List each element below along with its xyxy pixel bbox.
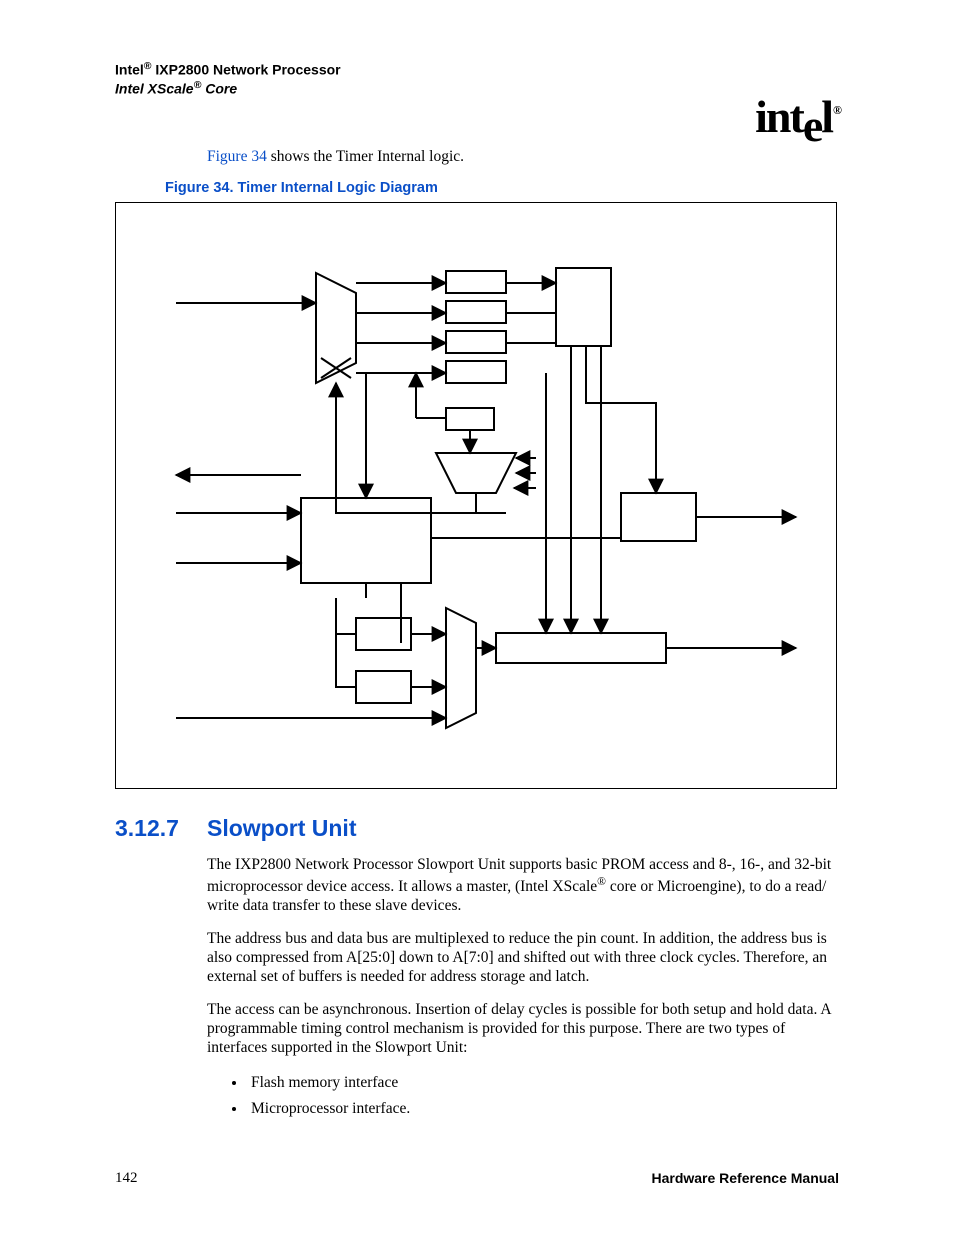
registered-mark-icon: ® [597, 875, 606, 888]
header-brand: Intel [115, 62, 144, 78]
header-line-2: Intel XScale® Core [115, 79, 839, 98]
registered-mark-icon: ® [833, 103, 840, 117]
body-paragraph-3: The access can be asynchronous. Insertio… [207, 1001, 837, 1058]
interface-bullet-list: Flash memory interface Microprocessor in… [207, 1070, 837, 1123]
body-paragraph-2: The address bus and data bus are multipl… [207, 930, 837, 987]
footer-title: Hardware Reference Manual [651, 1170, 839, 1186]
section-number: 3.12.7 [115, 815, 207, 842]
header-core-suffix: Core [201, 81, 237, 97]
header-core-prefix: Intel XScale [115, 81, 194, 97]
section-title: Slowport Unit [207, 815, 356, 842]
intel-logo: intel® [755, 90, 839, 143]
header-product: IXP2800 Network Processor [152, 62, 341, 78]
list-item: Microprocessor interface. [247, 1096, 837, 1122]
section-heading: 3.12.7 Slowport Unit [115, 815, 839, 842]
page-header: Intel® IXP2800 Network Processor Intel X… [115, 60, 839, 98]
page-footer: 142 Hardware Reference Manual [115, 1170, 839, 1187]
header-line-1: Intel® IXP2800 Network Processor [115, 60, 839, 79]
intro-sentence: Figure 34 shows the Timer Internal logic… [207, 148, 839, 166]
list-item: Flash memory interface [247, 1070, 837, 1096]
figure-crossref-link[interactable]: Figure 34 [207, 148, 267, 165]
figure-caption: Figure 34. Timer Internal Logic Diagram [165, 180, 839, 196]
page-number: 142 [115, 1170, 138, 1187]
intro-rest: shows the Timer Internal logic. [267, 148, 464, 165]
timer-logic-diagram [115, 202, 837, 789]
registered-mark-icon: ® [144, 60, 152, 72]
body-paragraph-1: The IXP2800 Network Processor Slowport U… [207, 856, 837, 916]
